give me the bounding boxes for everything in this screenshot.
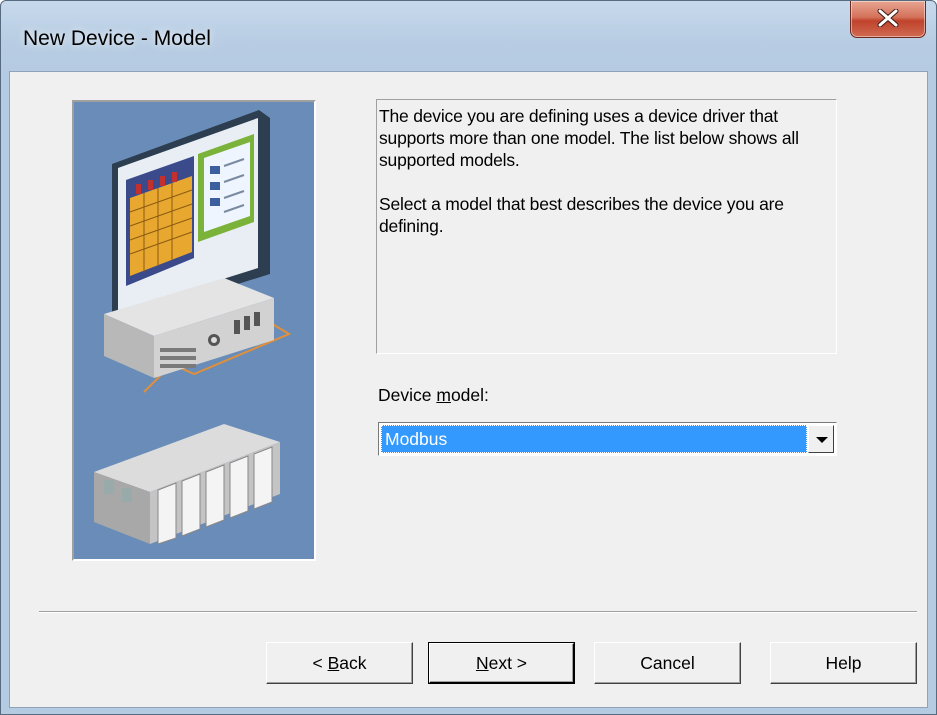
device-model-value: Modbus	[385, 429, 448, 449]
dropdown-arrow-button[interactable]	[808, 425, 834, 453]
dialog-window: New Device - Model The device you are de…	[0, 0, 937, 715]
separator-line	[39, 611, 917, 613]
description-text-2: Select a model that best describes the d…	[379, 194, 784, 236]
description-text-1: The device you are defining uses a devic…	[379, 106, 799, 170]
back-button[interactable]: < Back	[266, 642, 413, 684]
device-model-selected[interactable]: Modbus	[381, 425, 807, 453]
help-button[interactable]: Help	[770, 642, 917, 684]
device-model-label: Device model:	[378, 385, 489, 405]
device-illustration	[72, 100, 316, 561]
close-icon	[877, 9, 899, 27]
cancel-button[interactable]: Cancel	[594, 642, 741, 684]
device-model-dropdown[interactable]: Modbus	[378, 422, 837, 456]
chevron-down-icon	[816, 437, 828, 443]
close-button[interactable]	[850, 1, 926, 38]
window-title: New Device - Model	[23, 27, 211, 50]
next-button[interactable]: Next >	[428, 642, 575, 684]
description-box: The device you are defining uses a devic…	[376, 99, 837, 354]
dialog-client-area: The device you are defining uses a devic…	[9, 71, 928, 708]
computer-plc-image	[94, 110, 292, 545]
title-bar[interactable]: New Device - Model	[1, 1, 936, 71]
